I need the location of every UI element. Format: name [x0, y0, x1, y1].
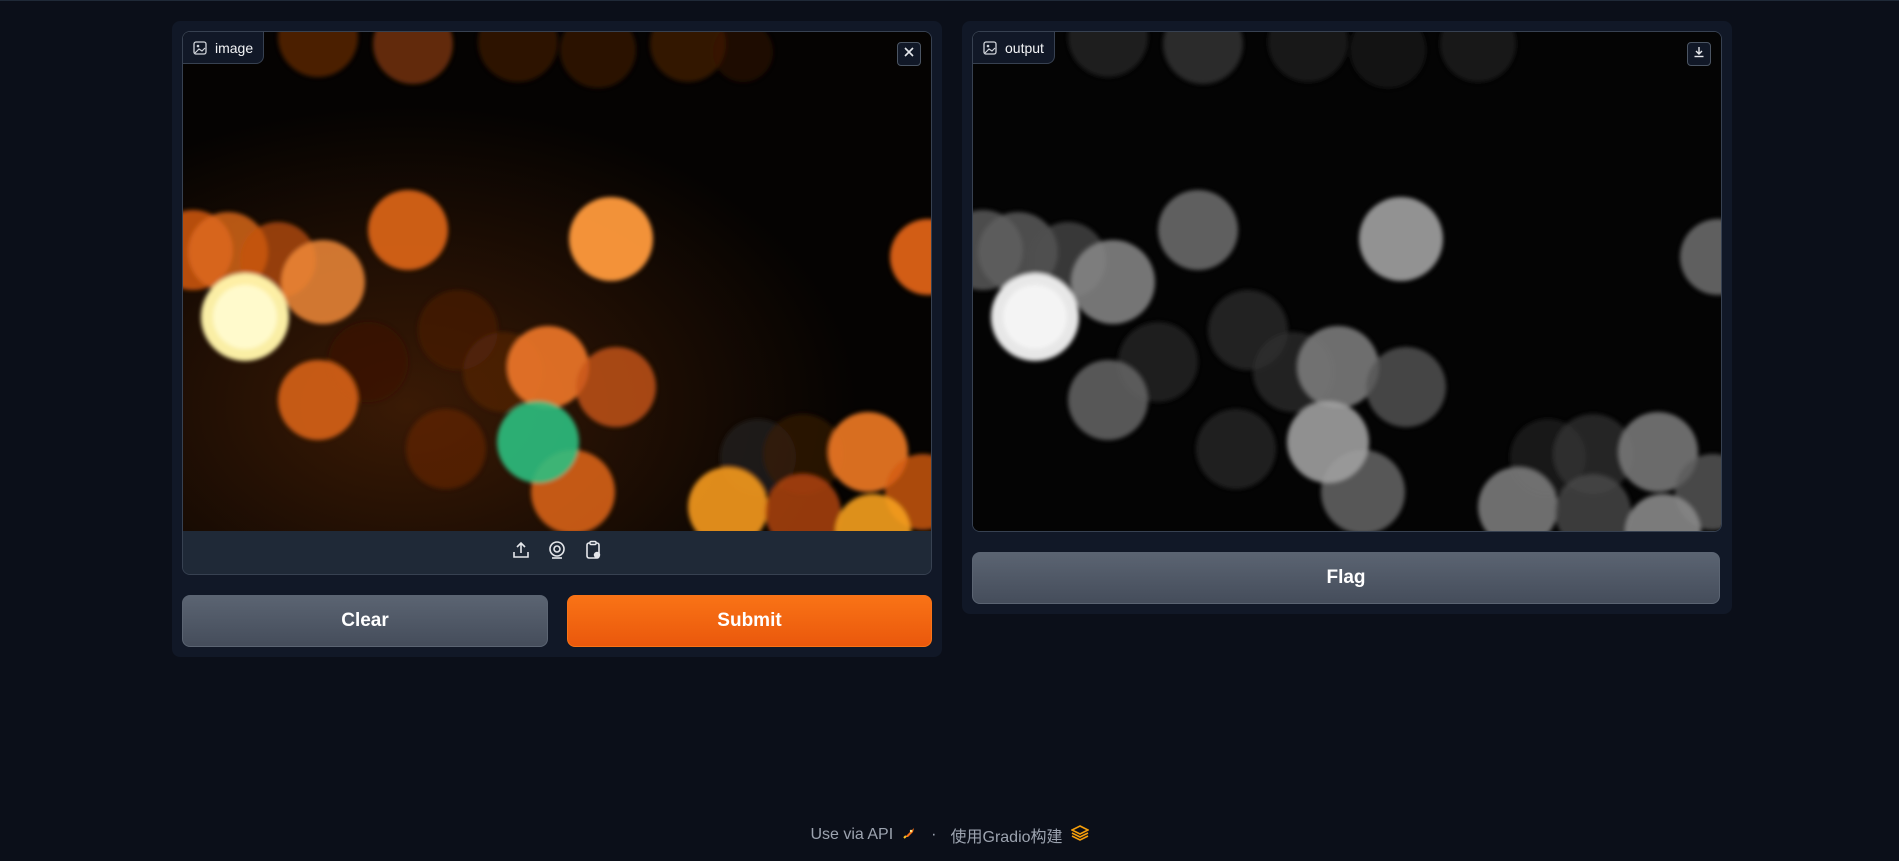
- upload-button[interactable]: [510, 540, 532, 565]
- input-label-chip: image: [183, 32, 265, 64]
- input-panel: image Clear Submit: [172, 21, 942, 657]
- paste-clipboard-button[interactable]: [582, 540, 604, 565]
- input-image-component: image: [182, 31, 932, 575]
- top-border: [0, 0, 1899, 1]
- built-with-label: 使用Gradio构建: [950, 829, 1063, 846]
- input-image-viewport[interactable]: [183, 32, 931, 531]
- flag-button[interactable]: Flag: [972, 552, 1720, 604]
- use-via-api-link[interactable]: Use via API: [810, 825, 917, 846]
- rocket-icon: [901, 825, 917, 846]
- clipboard-icon: [583, 540, 603, 565]
- image-icon: [983, 40, 997, 55]
- clear-button[interactable]: Clear: [182, 595, 548, 647]
- footer-separator: ·: [931, 826, 937, 843]
- upload-icon: [511, 540, 531, 565]
- webcam-icon: [547, 540, 567, 565]
- output-grayscale-image: [973, 32, 1721, 531]
- download-button[interactable]: [1687, 42, 1711, 66]
- submit-button[interactable]: Submit: [567, 595, 932, 647]
- output-image-viewport: [973, 32, 1721, 531]
- output-label: output: [1005, 39, 1044, 56]
- download-icon: [1693, 45, 1705, 63]
- image-source-toolbar: [183, 531, 931, 574]
- input-bokeh-image: [183, 32, 931, 531]
- close-icon: [903, 45, 915, 63]
- input-label: image: [215, 39, 254, 56]
- webcam-button[interactable]: [546, 540, 568, 565]
- output-image-component: output: [972, 31, 1722, 532]
- api-link-label: Use via API: [810, 826, 894, 843]
- footer: Use via API · 使用Gradio构建: [0, 823, 1899, 847]
- built-with-gradio-link[interactable]: 使用Gradio构建: [950, 823, 1090, 847]
- image-icon: [193, 40, 207, 55]
- clear-image-button[interactable]: [897, 42, 921, 66]
- output-panel: output Flag: [962, 21, 1732, 614]
- gradio-logo-icon: [1069, 824, 1090, 846]
- output-label-chip: output: [973, 32, 1055, 64]
